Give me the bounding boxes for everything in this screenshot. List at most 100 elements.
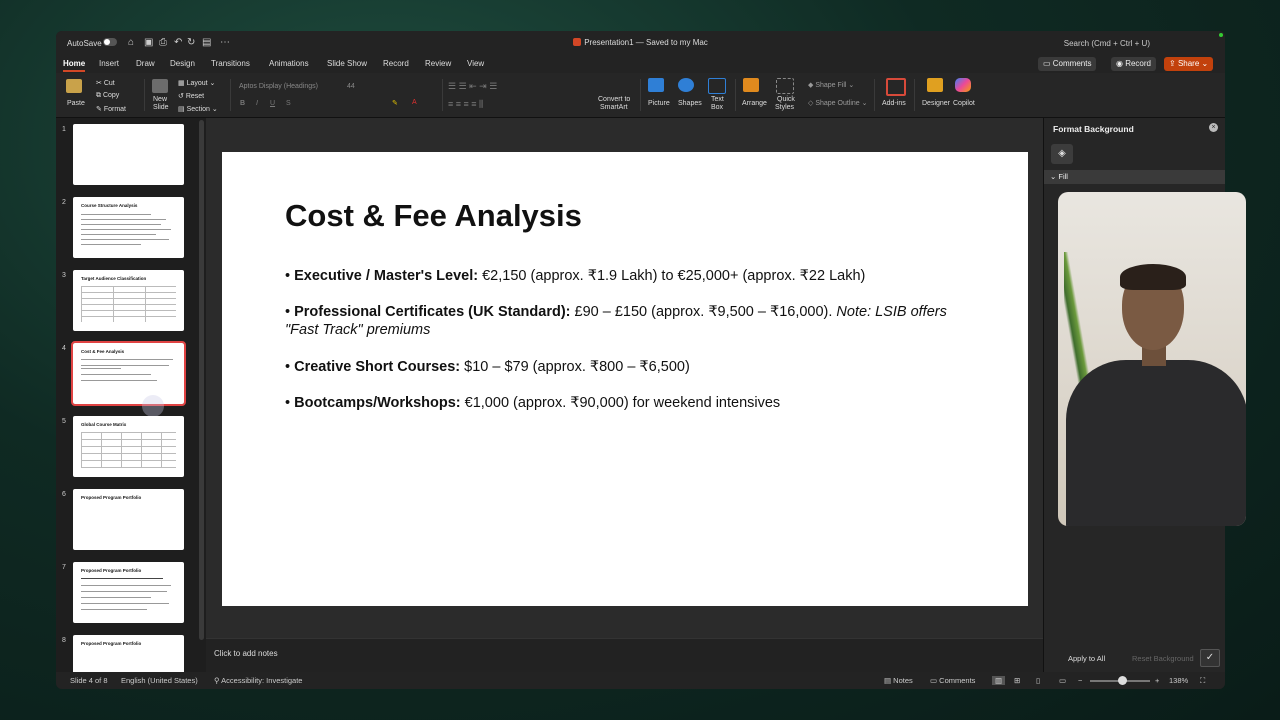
tab-view[interactable]: View (467, 59, 484, 68)
thumbnail-number: 2 (62, 199, 66, 206)
apply-to-all-button[interactable]: Apply to All (1068, 654, 1105, 663)
normal-view-icon[interactable]: ▥ (992, 676, 1006, 685)
strikethrough-icon[interactable]: S (286, 100, 291, 107)
font-color-icon[interactable]: A (412, 99, 417, 106)
slide-bullet[interactable]: • Professional Certificates (UK Standard… (285, 303, 965, 339)
designer-button[interactable]: Designer (922, 100, 950, 107)
slideshow-icon[interactable]: ▭ (1059, 676, 1066, 685)
share-button[interactable]: ⇪ Share ⌄ (1164, 57, 1214, 71)
checkmark-icon[interactable]: ✓ (1200, 649, 1220, 667)
slide-bullet[interactable]: • Creative Short Courses: $10 – $79 (app… (285, 358, 965, 376)
tab-draw[interactable]: Draw (136, 59, 155, 68)
thumbnail-text-line (81, 597, 151, 598)
picture-icon[interactable] (648, 78, 664, 92)
quick-styles-label-2[interactable]: Styles (775, 104, 794, 111)
shapes-icon[interactable] (678, 78, 694, 92)
paste-icon[interactable] (66, 79, 82, 93)
font-name-select[interactable]: Aptos Display (Headings) (236, 81, 343, 93)
designer-icon[interactable] (927, 78, 943, 92)
new-slide-label-1[interactable]: New (153, 96, 167, 103)
slide-thumbnail-4[interactable]: Cost & Fee Analysis (71, 341, 186, 406)
slide-sorter-icon[interactable]: ⊞ (1014, 676, 1020, 685)
copilot-icon[interactable] (955, 78, 971, 92)
slide-title[interactable]: Cost & Fee Analysis (285, 198, 582, 234)
ribbon-divider (230, 79, 231, 111)
convert-smartart-label-2[interactable]: SmartArt (600, 104, 628, 111)
comments-status-button[interactable]: ▭ Comments (930, 676, 975, 685)
paint-bucket-icon[interactable]: ◈ (1051, 144, 1073, 164)
textbox-label-1[interactable]: Text (711, 96, 724, 103)
section-button[interactable]: ▤ Section ⌄ (178, 105, 218, 113)
italic-icon[interactable]: I (256, 100, 258, 107)
quick-styles-icon[interactable] (776, 78, 794, 94)
tab-home[interactable]: Home (63, 59, 86, 72)
textbox-icon[interactable] (708, 78, 726, 94)
convert-smartart-label-1[interactable]: Convert to (598, 96, 630, 103)
accessibility-button[interactable]: ⚲ Accessibility: Investigate (214, 676, 302, 685)
layout-button[interactable]: ▦ Layout ⌄ (178, 79, 215, 87)
copy-button[interactable]: ⧉ Copy (96, 92, 119, 100)
slide-thumbnail-5[interactable]: Global Course Matrix (73, 416, 184, 477)
close-icon[interactable]: × (1209, 123, 1218, 132)
slide-bullet[interactable]: • Bootcamps/Workshops: €1,000 (approx. ₹… (285, 394, 965, 412)
new-slide-label-2[interactable]: Slide (153, 104, 169, 111)
comments-button[interactable]: ▭ Comments (1038, 57, 1097, 71)
format-painter-button[interactable]: ✎ Format (96, 105, 126, 113)
tab-transitions[interactable]: Transitions (211, 59, 250, 68)
addins-icon[interactable] (886, 78, 906, 96)
thumbnail-number: 4 (62, 345, 66, 352)
reading-view-icon[interactable]: ▯ (1036, 676, 1040, 685)
tab-record[interactable]: Record (383, 59, 409, 68)
picture-button[interactable]: Picture (648, 100, 670, 107)
slide-thumbnail-7[interactable]: Proposed Program Portfolio (73, 562, 184, 623)
slide-thumbnail-1[interactable] (73, 124, 184, 185)
zoom-level[interactable]: 138% (1169, 676, 1188, 685)
notes-button[interactable]: ▤ Notes (884, 676, 913, 685)
quick-styles-label-1[interactable]: Quick (777, 96, 795, 103)
thumbnail-title: Proposed Program Portfolio (81, 495, 142, 500)
thumbnail-scrollbar[interactable] (199, 120, 204, 640)
reset-background-button[interactable]: Reset Background (1132, 654, 1194, 663)
tab-design[interactable]: Design (170, 59, 195, 68)
fit-to-window-icon[interactable]: ⛶ (1200, 676, 1205, 686)
zoom-out-icon[interactable]: − (1078, 676, 1082, 685)
bold-icon[interactable]: B (240, 100, 245, 107)
shape-outline-button[interactable]: ◇ Shape Outline ⌄ (808, 99, 868, 107)
slide-thumbnail-3[interactable]: Target Audience Classification (73, 270, 184, 331)
search-input[interactable]: Search (Cmd + Ctrl + U) (1064, 39, 1150, 48)
underline-icon[interactable]: U (270, 100, 275, 107)
tab-review[interactable]: Review (425, 59, 451, 68)
font-size-select[interactable]: 44 (344, 81, 373, 93)
paste-button[interactable]: Paste (67, 100, 85, 107)
shape-fill-button[interactable]: ◆ Shape Fill ⌄ (808, 81, 854, 89)
tab-slide-show[interactable]: Slide Show (327, 59, 367, 68)
bullets-icon[interactable]: ☰ ☰ ⇤ ⇥ ☰ (448, 81, 497, 92)
document-title[interactable]: Presentation1 — Saved to my Mac (56, 38, 1225, 47)
record-button[interactable]: ◉ Record (1111, 57, 1156, 71)
slide-thumbnail-2[interactable]: Course Structure Analysis (73, 197, 184, 258)
align-icon[interactable]: ≡ ≡ ≡ ≡ ⫼ (448, 99, 483, 110)
highlight-icon[interactable]: ✎ (392, 99, 398, 107)
tab-insert[interactable]: Insert (99, 59, 119, 68)
arrange-icon[interactable] (743, 78, 759, 92)
arrange-button[interactable]: Arrange (742, 100, 767, 107)
zoom-slider-handle[interactable] (1118, 676, 1127, 685)
shapes-button[interactable]: Shapes (678, 100, 702, 107)
tab-animations[interactable]: Animations (269, 59, 309, 68)
zoom-in-icon[interactable]: + (1155, 676, 1159, 685)
notes-pane[interactable]: Click to add notes (206, 638, 1043, 673)
cut-button[interactable]: ✂ Cut (96, 79, 115, 87)
webcam-overlay (1058, 192, 1246, 526)
language-indicator[interactable]: English (United States) (121, 676, 198, 685)
fill-section-header[interactable]: ⌄ Fill (1044, 170, 1225, 184)
addins-button[interactable]: Add-ins (882, 100, 906, 107)
new-slide-icon[interactable] (152, 79, 168, 93)
slide-thumbnail-8[interactable]: Proposed Program Portfolio (73, 635, 184, 672)
reset-button[interactable]: ↺ Reset (178, 92, 204, 100)
copilot-button[interactable]: Copilot (953, 100, 975, 107)
slide-bullet[interactable]: • Executive / Master's Level: €2,150 (ap… (285, 267, 965, 285)
textbox-label-2[interactable]: Box (711, 104, 723, 111)
current-slide[interactable]: Cost & Fee Analysis • Executive / Master… (222, 152, 1028, 606)
thumbnail-title: Proposed Program Portfolio (81, 568, 142, 573)
slide-thumbnail-6[interactable]: Proposed Program Portfolio (73, 489, 184, 550)
